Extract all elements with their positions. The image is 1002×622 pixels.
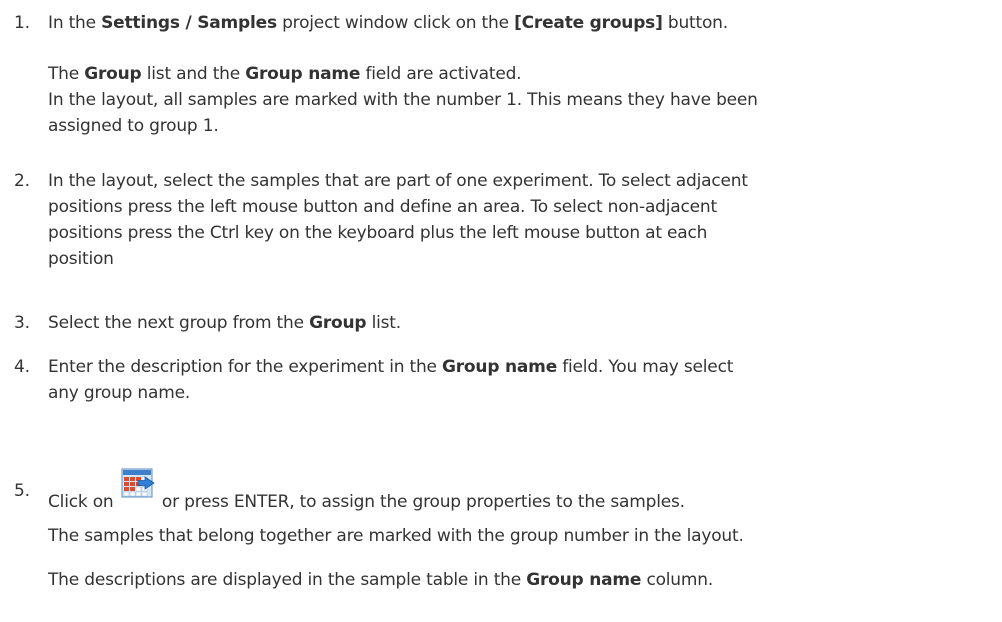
result-line: The Group list and the Group name field … — [48, 64, 522, 84]
result-line: In the layout, all samples are marked wi… — [48, 90, 758, 110]
step-2-instruction: In the layout, select the samples that a… — [48, 171, 748, 269]
step-5-instruction: Click on or press ENTER, to assign the g… — [48, 468, 988, 515]
step-1-instruction: In the Settings / Samples project window… — [48, 13, 728, 33]
instruction-document: 1. In the Settings / Samples project win… — [0, 0, 1002, 622]
step-5-result-1: The samples that belong together are mar… — [48, 526, 744, 546]
step-5-result-2: The descriptions are displayed in the sa… — [48, 570, 714, 590]
step-4-instruction: Enter the description for the experiment… — [48, 357, 734, 403]
window-name: Settings / Samples — [101, 13, 277, 33]
step-1-result: The Group list and the Group name field … — [48, 61, 988, 139]
step-3-instruction: Select the next group from the Group lis… — [48, 313, 401, 333]
button-name: [Create groups] — [514, 13, 663, 33]
assign-group-icon — [121, 468, 155, 500]
result-line: assigned to group 1. — [48, 116, 219, 136]
